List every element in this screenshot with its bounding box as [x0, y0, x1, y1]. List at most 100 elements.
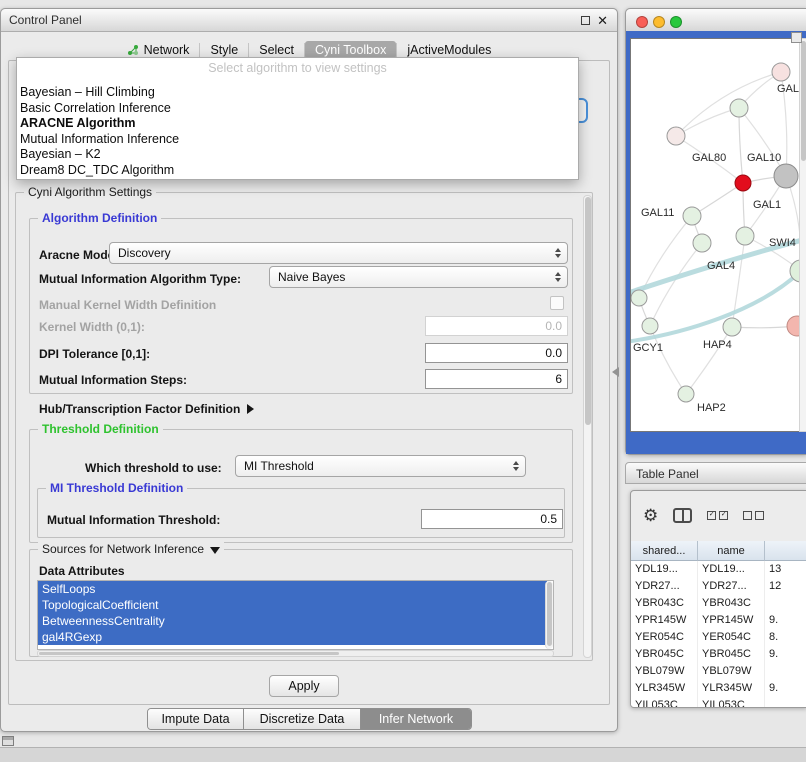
table-cell: YBR045C — [698, 646, 765, 663]
gear-icon[interactable]: ⚙ — [643, 507, 658, 524]
cyni-bottom-tabs: Impute Data Discretize Data Infer Networ… — [147, 708, 472, 730]
algorithm-option[interactable]: Bayesian – Hill Climbing — [17, 85, 578, 101]
network-node-gal80[interactable] — [667, 127, 685, 145]
table-row[interactable]: YPR145W YPR145W 9. — [631, 612, 806, 629]
column-header-cut[interactable] — [765, 541, 806, 561]
cyni-algorithm-settings-title: Cyni Algorithm Settings — [24, 185, 156, 199]
network-node-green-2[interactable] — [631, 290, 647, 306]
minimize-traffic-light[interactable] — [653, 16, 665, 28]
list-item[interactable]: TopologicalCoefficient — [38, 597, 547, 613]
tab-style[interactable]: Style — [200, 41, 248, 59]
table-cell: YDR27... — [698, 578, 765, 595]
network-view-scrollbar[interactable] — [799, 38, 806, 432]
algorithm-option[interactable]: Bayesian – K2 — [17, 147, 578, 163]
settings-scrollbar[interactable] — [583, 195, 592, 658]
network-node-gcy1[interactable] — [642, 318, 658, 334]
algorithm-option[interactable]: Mutual Information Inference — [17, 132, 578, 148]
table-cell: YER054C — [631, 629, 698, 646]
list-horizontal-scrollbar[interactable] — [37, 650, 554, 657]
tab-network-label: Network — [144, 43, 190, 57]
mi-threshold-field[interactable]: 0.5 — [421, 509, 563, 529]
panel-collapse-arrow[interactable] — [612, 367, 619, 377]
view-corner-widget[interactable] — [791, 32, 802, 43]
table-cell: 8. — [765, 629, 806, 646]
status-strip — [0, 747, 806, 762]
network-view-scrollbar-thumb[interactable] — [801, 41, 806, 161]
float-window-icon[interactable] — [581, 16, 590, 25]
tab-cyni-toolbox[interactable]: Cyni Toolbox — [305, 41, 396, 59]
columns-icon[interactable] — [673, 508, 692, 523]
restore-panel-icon[interactable] — [2, 736, 14, 746]
mi-algorithm-type-select[interactable]: Naive Bayes — [269, 266, 568, 288]
network-window-titlebar[interactable] — [626, 9, 806, 32]
hub-definition-section-header[interactable]: Hub/Transcription Factor Definition — [39, 402, 254, 416]
table-cell: YPR145W — [631, 612, 698, 629]
network-node-pink-top[interactable] — [772, 63, 790, 81]
close-traffic-light[interactable] — [636, 16, 648, 28]
algorithm-option[interactable]: Basic Correlation Inference — [17, 101, 578, 117]
table-row[interactable]: YDR27... YDR27... 12 — [631, 578, 806, 595]
network-node-gal1[interactable] — [736, 227, 754, 245]
list-item[interactable]: SelfLoops — [38, 581, 547, 597]
table-row[interactable]: YBL079W YBL079W — [631, 663, 806, 680]
network-node-gray-hub[interactable] — [774, 164, 798, 188]
tab-infer-network[interactable]: Infer Network — [361, 709, 471, 729]
apply-button[interactable]: Apply — [269, 675, 339, 697]
manual-kernel-width-label: Manual Kernel Width Definition — [39, 298, 216, 312]
node-label: GAL4 — [707, 260, 735, 272]
list-item[interactable]: BetweennessCentrality — [38, 613, 547, 629]
network-node-hap2[interactable] — [678, 386, 694, 402]
unchecked-box-icon — [743, 511, 752, 520]
list-scrollbar[interactable] — [545, 581, 553, 649]
mi-threshold-label: Mutual Information Threshold: — [47, 513, 220, 527]
tab-discretize-data-label: Discretize Data — [260, 712, 345, 726]
mi-steps-field[interactable]: 6 — [425, 369, 568, 389]
mi-steps-value: 6 — [555, 372, 562, 386]
table-row[interactable]: YER054C YER054C 8. — [631, 629, 806, 646]
table-row[interactable]: YBR043C YBR043C — [631, 595, 806, 612]
tab-discretize-data[interactable]: Discretize Data — [244, 709, 361, 729]
list-scrollbar-thumb[interactable] — [547, 582, 552, 646]
network-canvas[interactable]: GAL8 GAL80 GAL10 GAL11 GAL1 SWI4 GAL4 GC… — [630, 38, 800, 432]
column-header-shared-name[interactable]: shared... — [631, 541, 698, 561]
table-header-row: shared... name — [631, 541, 806, 561]
hide-columns-icon[interactable] — [743, 511, 764, 520]
algorithm-option-selected[interactable]: ARACNE Algorithm — [17, 116, 578, 132]
tab-select[interactable]: Select — [249, 41, 304, 59]
network-node-gal4[interactable] — [693, 234, 711, 252]
table-row[interactable]: YBR045C YBR045C 9. — [631, 646, 806, 663]
table-row[interactable]: YLR345W YLR345W 9. — [631, 680, 806, 697]
table-cell — [765, 697, 806, 708]
aracne-mode-select[interactable]: Discovery — [109, 242, 568, 264]
zoom-traffic-light[interactable] — [670, 16, 682, 28]
network-node-red[interactable] — [735, 175, 751, 191]
show-columns-icon[interactable]: ✓ ✓ — [707, 511, 728, 520]
checked-box-icon: ✓ — [719, 511, 728, 520]
table-row[interactable]: YIL053C YIL053C — [631, 697, 806, 708]
which-threshold-select[interactable]: MI Threshold — [235, 455, 526, 477]
tab-jactivemodules[interactable]: jActiveModules — [397, 41, 501, 59]
list-item[interactable]: gal4RGexp — [38, 629, 547, 645]
apply-button-label: Apply — [288, 679, 319, 693]
sources-section-header[interactable]: Sources for Network Inference — [38, 542, 224, 556]
node-label: GCY1 — [633, 342, 663, 354]
list-horizontal-scrollbar-thumb[interactable] — [39, 652, 339, 655]
table-cell: YBR043C — [698, 595, 765, 612]
checked-box-icon: ✓ — [707, 511, 716, 520]
settings-scrollbar-thumb[interactable] — [585, 197, 591, 425]
data-attributes-list[interactable]: SelfLoops TopologicalCoefficient Between… — [37, 580, 554, 650]
dpi-tolerance-field[interactable]: 0.0 — [425, 343, 568, 363]
algorithm-option[interactable]: Dream8 DC_TDC Algorithm — [17, 163, 578, 179]
control-panel-window: Control Panel ✕ Network Style Select Cyn… — [0, 8, 618, 732]
network-node-hap4[interactable] — [723, 318, 741, 336]
network-icon — [127, 44, 139, 56]
column-header-name[interactable]: name — [698, 541, 765, 561]
table-panel-titlebar[interactable]: Table Panel — [625, 462, 806, 484]
tab-network[interactable]: Network — [117, 41, 200, 59]
tab-impute-data[interactable]: Impute Data — [148, 709, 244, 729]
table-row[interactable]: YDL19... YDL19... 13 — [631, 561, 806, 578]
control-panel-titlebar[interactable]: Control Panel ✕ — [1, 9, 617, 32]
close-icon[interactable]: ✕ — [597, 11, 608, 30]
network-node-gal11[interactable] — [683, 207, 701, 225]
network-node-green-1[interactable] — [730, 99, 748, 117]
